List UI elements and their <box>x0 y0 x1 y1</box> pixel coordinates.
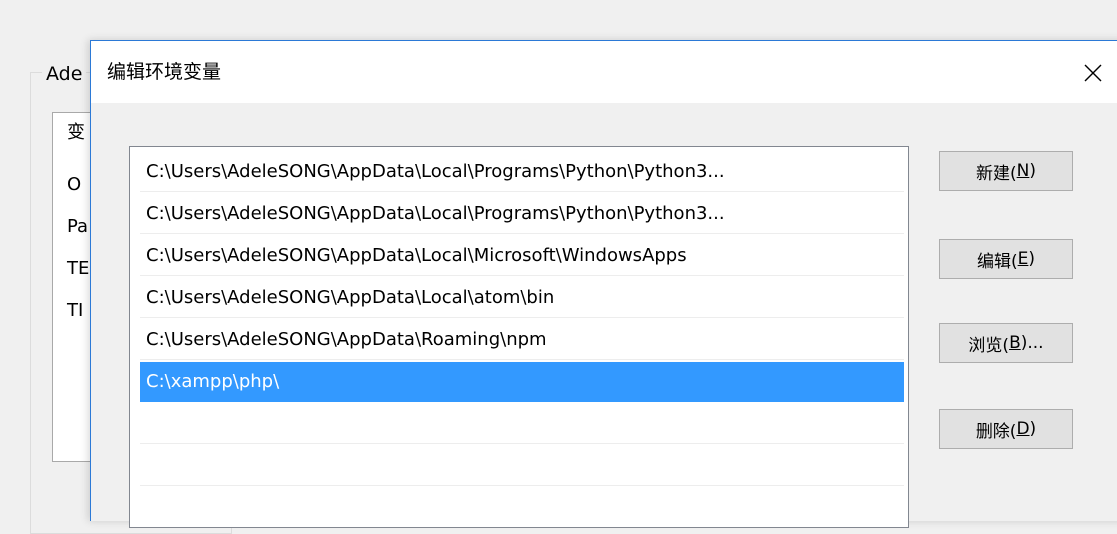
variables-list-header: 变 <box>67 122 85 143</box>
dialog-titlebar[interactable]: 编辑环境变量 <box>91 41 1117 103</box>
close-button[interactable] <box>1073 53 1113 93</box>
edit-button-label: 编辑( <box>976 251 1018 272</box>
delete-button-accesskey: D <box>1016 419 1030 439</box>
path-list-item[interactable] <box>140 446 904 486</box>
edit-env-variable-dialog: 编辑环境变量 C:\Users\AdeleSONG\AppData\Local\… <box>90 40 1117 528</box>
path-list-item[interactable]: C:\Users\AdeleSONG\AppData\Local\Program… <box>140 152 904 192</box>
edit-button-suffix: ) <box>1028 249 1036 269</box>
browse-button-suffix: )... <box>1020 333 1044 353</box>
browse-button-label: 浏览( <box>968 335 1010 356</box>
browse-button-accesskey: B <box>1009 333 1021 353</box>
path-list-item[interactable]: C:\Users\AdeleSONG\AppData\Local\Microso… <box>140 236 904 276</box>
new-button-label: 新建( <box>976 163 1017 184</box>
path-list-item-selected[interactable]: C:\xampp\php\ <box>140 362 904 402</box>
path-list-item[interactable]: C:\Users\AdeleSONG\AppData\Local\atom\bi… <box>140 278 904 318</box>
path-list[interactable]: C:\Users\AdeleSONG\AppData\Local\Program… <box>129 146 909 528</box>
path-list-item[interactable] <box>140 404 904 444</box>
browse-button[interactable]: 浏览(B)... <box>939 323 1073 363</box>
path-list-item[interactable]: C:\Users\AdeleSONG\AppData\Roaming\npm <box>140 320 904 360</box>
variables-list-item[interactable]: TE <box>67 257 89 281</box>
edit-button-accesskey: E <box>1017 249 1029 269</box>
new-button-suffix: ) <box>1029 161 1036 181</box>
edit-button[interactable]: 编辑(E) <box>939 239 1073 279</box>
variables-list-item[interactable]: TI <box>67 299 83 323</box>
delete-button[interactable]: 删除(D) <box>939 409 1073 449</box>
variables-list-item[interactable]: Pa <box>67 215 88 239</box>
new-button-accesskey: N <box>1016 161 1030 181</box>
delete-button-suffix: ) <box>1029 419 1037 439</box>
user-variables-group-label: Ade <box>42 62 87 86</box>
path-list-item[interactable]: C:\Users\AdeleSONG\AppData\Local\Program… <box>140 194 904 234</box>
new-button[interactable]: 新建(N) <box>939 151 1073 191</box>
variables-list-item[interactable]: O <box>67 173 81 197</box>
delete-button-label: 删除( <box>975 421 1017 442</box>
close-icon <box>1084 64 1102 82</box>
dialog-title: 编辑环境变量 <box>107 61 222 83</box>
